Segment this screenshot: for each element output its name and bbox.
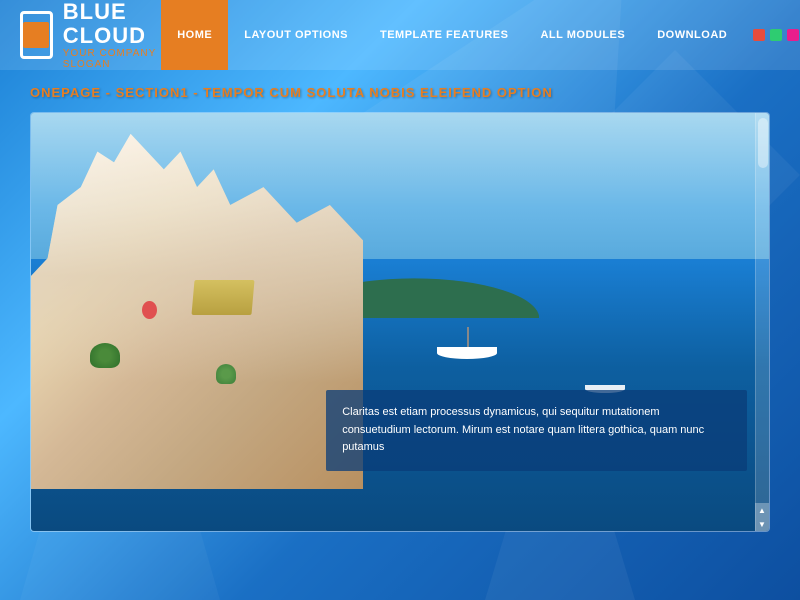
logo-slogan: YOUR COMPANY SLOGAN: [63, 48, 161, 70]
logo-icon-square: [23, 22, 49, 48]
plant-1: [90, 343, 120, 368]
nav-item-modules[interactable]: ALL MODULES: [524, 0, 641, 70]
header: BLUE CLOUD YOUR COMPANY SLOGAN HOME LAYO…: [0, 0, 800, 70]
boat-mast: [467, 327, 469, 347]
color-dot-red[interactable]: [753, 29, 765, 41]
hero-overlay: Claritas est etiam processus dynamicus, …: [326, 390, 747, 471]
main-content: ONEPAGE - SECTION1 - TEMPOR CUM SOLUTA N…: [0, 70, 800, 547]
scrollbar-thumb[interactable]: [758, 118, 768, 168]
nav-item-home[interactable]: HOME: [161, 0, 228, 70]
logo-icon: [20, 11, 53, 59]
main-nav: HOME LAYOUT OPTIONS TEMPLATE FEATURES AL…: [161, 0, 800, 70]
logo[interactable]: BLUE CLOUD YOUR COMPANY SLOGAN: [20, 0, 161, 70]
color-selector: [743, 29, 800, 41]
section-heading: ONEPAGE - SECTION1 - TEMPOR CUM SOLUTA N…: [30, 85, 770, 100]
overlay-paragraph: Claritas est etiam processus dynamicus, …: [342, 404, 731, 457]
scroll-down-arrow[interactable]: ▼: [755, 517, 769, 531]
hero-image: Claritas est etiam processus dynamicus, …: [31, 113, 769, 531]
scroll-up-arrow[interactable]: ▲: [755, 503, 769, 517]
color-dot-green[interactable]: [770, 29, 782, 41]
boat-1: [437, 347, 497, 359]
plant-3: [142, 301, 157, 319]
nav-item-layout[interactable]: LAYOUT OPTIONS: [228, 0, 364, 70]
canopy: [192, 280, 255, 315]
scrollbar-arrows: ▲ ▼: [755, 503, 769, 531]
nav-item-download[interactable]: DOWNLOAD: [641, 0, 743, 70]
content-card: Claritas est etiam processus dynamicus, …: [30, 112, 770, 532]
nav-item-features[interactable]: TEMPLATE FEATURES: [364, 0, 524, 70]
logo-text: BLUE CLOUD YOUR COMPANY SLOGAN: [63, 0, 161, 70]
scrollbar-track[interactable]: ▲ ▼: [755, 113, 769, 531]
logo-title: BLUE CLOUD: [63, 0, 161, 48]
plant-2: [216, 364, 236, 384]
color-dot-pink[interactable]: [787, 29, 799, 41]
